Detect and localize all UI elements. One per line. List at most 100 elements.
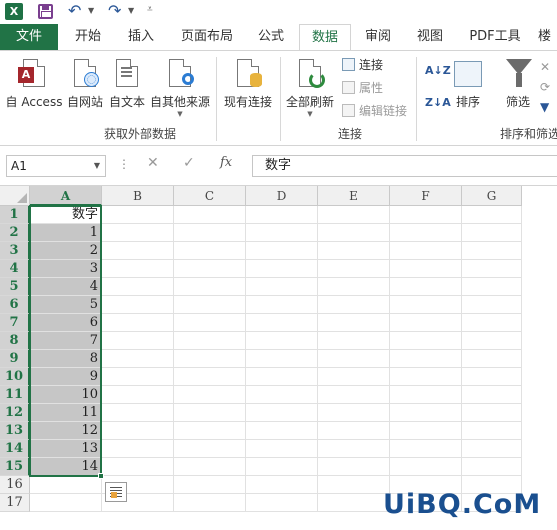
cell-c5[interactable] — [174, 278, 246, 296]
cell-a1[interactable]: 数字 — [30, 206, 102, 224]
insert-function-icon[interactable]: fx — [220, 155, 232, 170]
save-icon[interactable] — [38, 4, 53, 19]
cell-f12[interactable] — [390, 404, 462, 422]
sort-descending-button[interactable]: Z↓A — [425, 95, 451, 109]
cell-g9[interactable] — [462, 350, 522, 368]
cell-e14[interactable] — [318, 440, 390, 458]
cell-a10[interactable]: 9 — [30, 368, 102, 386]
cell-d3[interactable] — [246, 242, 318, 260]
cell-c15[interactable] — [174, 458, 246, 476]
cell-e12[interactable] — [318, 404, 390, 422]
cell-a9[interactable]: 8 — [30, 350, 102, 368]
cell-f4[interactable] — [390, 260, 462, 278]
tab-file[interactable]: 文件 — [0, 24, 58, 50]
cell-g8[interactable] — [462, 332, 522, 350]
cell-g6[interactable] — [462, 296, 522, 314]
cell-a16[interactable] — [30, 476, 102, 494]
cell-f11[interactable] — [390, 386, 462, 404]
cell-e3[interactable] — [318, 242, 390, 260]
cell-f9[interactable] — [390, 350, 462, 368]
cell-g2[interactable] — [462, 224, 522, 242]
cell-a14[interactable]: 13 — [30, 440, 102, 458]
row-header-12[interactable]: 12 — [0, 404, 30, 422]
cell-d1[interactable] — [246, 206, 318, 224]
cell-a4[interactable]: 3 — [30, 260, 102, 278]
select-all-corner[interactable] — [0, 186, 30, 206]
cell-f8[interactable] — [390, 332, 462, 350]
cell-g3[interactable] — [462, 242, 522, 260]
cell-g14[interactable] — [462, 440, 522, 458]
row-header-6[interactable]: 6 — [0, 296, 30, 314]
formula-input[interactable]: 数字 — [252, 155, 557, 177]
cell-b8[interactable] — [102, 332, 174, 350]
cell-b10[interactable] — [102, 368, 174, 386]
tab-pdf-tools[interactable]: PDF工具 — [460, 24, 530, 50]
cell-c17[interactable] — [174, 494, 246, 512]
cell-e6[interactable] — [318, 296, 390, 314]
cell-e11[interactable] — [318, 386, 390, 404]
cell-d2[interactable] — [246, 224, 318, 242]
cell-f10[interactable] — [390, 368, 462, 386]
cell-b5[interactable] — [102, 278, 174, 296]
cell-a11[interactable]: 10 — [30, 386, 102, 404]
from-web-button[interactable]: 自网站 — [65, 53, 105, 110]
advanced-filter-icons[interactable]: ✕ ⟳ ▼ — [540, 57, 556, 117]
cell-e15[interactable] — [318, 458, 390, 476]
tab-formulas[interactable]: 公式 — [248, 24, 294, 50]
cell-e10[interactable] — [318, 368, 390, 386]
cell-c3[interactable] — [174, 242, 246, 260]
cell-c10[interactable] — [174, 368, 246, 386]
excel-icon[interactable]: X — [5, 3, 23, 20]
properties-button[interactable]: 属性 — [342, 78, 383, 98]
cancel-icon[interactable]: ✕ — [147, 155, 159, 171]
cell-e17[interactable] — [318, 494, 390, 512]
cell-d10[interactable] — [246, 368, 318, 386]
cell-e9[interactable] — [318, 350, 390, 368]
cell-c6[interactable] — [174, 296, 246, 314]
column-header-e[interactable]: E — [318, 186, 390, 206]
row-header-9[interactable]: 9 — [0, 350, 30, 368]
cell-d13[interactable] — [246, 422, 318, 440]
cell-b13[interactable] — [102, 422, 174, 440]
cell-d11[interactable] — [246, 386, 318, 404]
edit-links-button[interactable]: 编辑链接 — [342, 101, 407, 121]
cell-c2[interactable] — [174, 224, 246, 242]
cell-f7[interactable] — [390, 314, 462, 332]
cell-b1[interactable] — [102, 206, 174, 224]
cell-f2[interactable] — [390, 224, 462, 242]
cell-a7[interactable]: 6 — [30, 314, 102, 332]
cell-e13[interactable] — [318, 422, 390, 440]
cell-a12[interactable]: 11 — [30, 404, 102, 422]
customize-toolbar-icon[interactable]: ⩡ — [147, 4, 153, 15]
cell-c16[interactable] — [174, 476, 246, 494]
cell-c14[interactable] — [174, 440, 246, 458]
cell-e8[interactable] — [318, 332, 390, 350]
cell-f3[interactable] — [390, 242, 462, 260]
cell-f5[interactable] — [390, 278, 462, 296]
cell-g1[interactable] — [462, 206, 522, 224]
tab-more[interactable]: 楼 — [538, 24, 557, 50]
existing-connections-button[interactable]: 现有连接 — [220, 53, 276, 110]
cell-d8[interactable] — [246, 332, 318, 350]
cell-d4[interactable] — [246, 260, 318, 278]
column-header-f[interactable]: F — [390, 186, 462, 206]
row-header-1[interactable]: 1 — [0, 206, 30, 224]
cell-d17[interactable] — [246, 494, 318, 512]
cell-b3[interactable] — [102, 242, 174, 260]
tab-home[interactable]: 开始 — [64, 24, 112, 50]
cell-e5[interactable] — [318, 278, 390, 296]
connections-button[interactable]: 连接 — [342, 55, 383, 75]
row-header-7[interactable]: 7 — [0, 314, 30, 332]
cell-g15[interactable] — [462, 458, 522, 476]
cell-g7[interactable] — [462, 314, 522, 332]
chevron-down-icon[interactable]: ▼ — [94, 156, 100, 176]
refresh-all-button[interactable]: 全部刷新 ▼ — [284, 53, 336, 119]
cell-g13[interactable] — [462, 422, 522, 440]
cell-d7[interactable] — [246, 314, 318, 332]
sort-button[interactable]: 排序 — [450, 53, 486, 110]
quick-analysis-icon[interactable] — [105, 482, 127, 502]
column-header-b[interactable]: B — [102, 186, 174, 206]
cell-a15[interactable]: 14 — [30, 458, 102, 476]
row-header-13[interactable]: 13 — [0, 422, 30, 440]
row-header-5[interactable]: 5 — [0, 278, 30, 296]
